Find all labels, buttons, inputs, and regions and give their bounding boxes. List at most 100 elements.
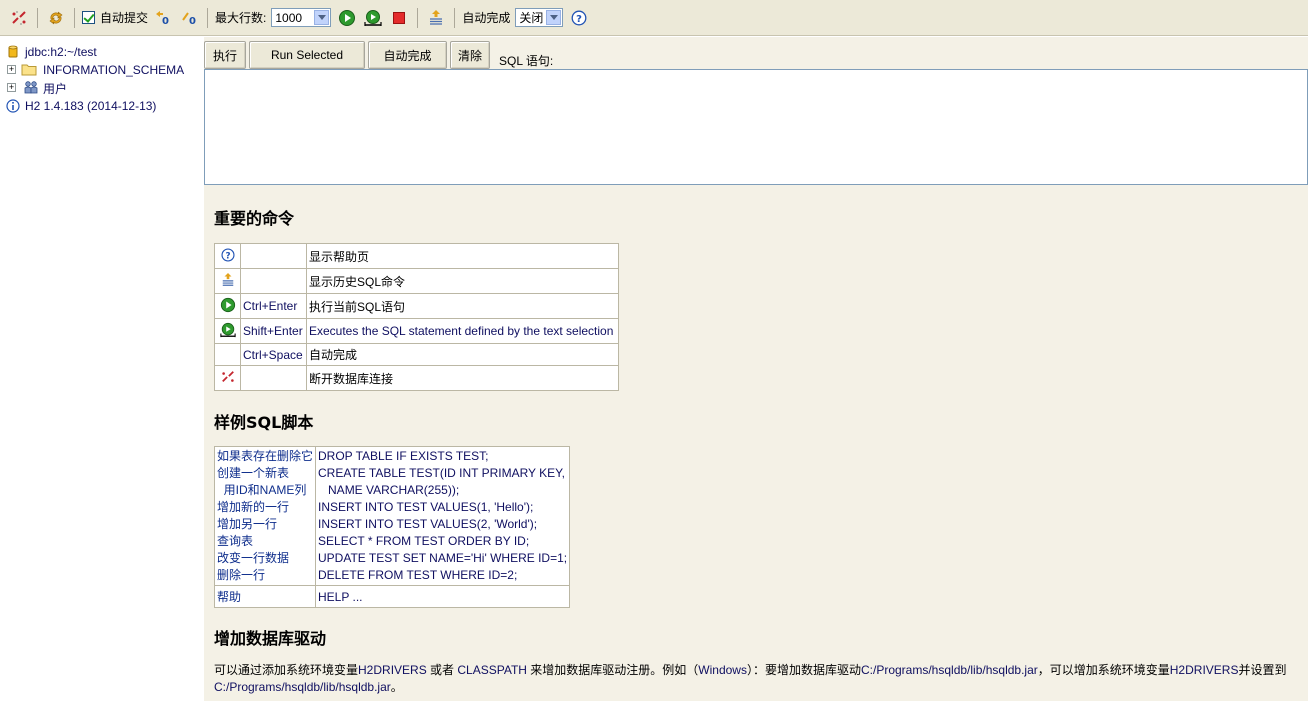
command-key — [240, 268, 307, 294]
query-panel: 执行 Run Selected 自动完成 清除 SQL 语句: 重要的命令 ? … — [204, 37, 1308, 701]
run-icon[interactable] — [336, 7, 358, 29]
samples-table: 如果表存在删除它 创建一个新表 用ID和NAME列 增加新的一行 增加另一行 查… — [213, 446, 571, 608]
sample-label[interactable]: 用ID和NAME列 — [217, 482, 313, 499]
commands-table: ? 显示帮助页 显示历史SQL命令 Ctrl+Enter 执行当前SQL语句 S… — [214, 243, 619, 391]
command-row: ? 显示帮助页 — [214, 243, 619, 269]
query-buttons: 执行 Run Selected 自动完成 清除 — [204, 40, 493, 70]
sample-sql-line[interactable]: CREATE TABLE TEST(ID INT PRIMARY KEY, — [318, 465, 567, 482]
disconnect-icon[interactable] — [214, 365, 241, 391]
history-icon[interactable] — [425, 7, 447, 29]
driver-path: C:/Programs/hsqldb/lib/hsqldb.jar — [214, 680, 391, 694]
sample-label[interactable]: 改变一行数据 — [217, 550, 313, 567]
sample-label[interactable]: 增加新的一行 — [217, 499, 313, 516]
sql-label: SQL 语句: — [499, 54, 554, 68]
expand-icon[interactable]: + — [7, 65, 16, 74]
command-key: Ctrl+Enter — [240, 293, 307, 319]
toolbar-separator — [454, 7, 456, 28]
autocomplete-value: 关闭 — [519, 11, 544, 25]
sample-sql-line[interactable]: UPDATE TEST SET NAME='Hi' WHERE ID=1; — [318, 550, 567, 567]
autocomplete-button[interactable]: 自动完成 — [368, 41, 447, 69]
run-icon[interactable] — [214, 293, 241, 319]
sample-sql: DROP TABLE IF EXISTS TEST; CREATE TABLE … — [315, 446, 571, 586]
rollback-icon[interactable]: 0 — [178, 7, 200, 29]
execute-button[interactable]: 执行 — [204, 41, 246, 69]
disconnect-icon[interactable] — [8, 7, 30, 29]
toolbar-separator — [74, 7, 75, 28]
sample-sql-line[interactable]: INSERT INTO TEST VALUES(2, 'World'); — [318, 516, 567, 533]
help-icon[interactable]: ? — [214, 243, 241, 269]
checkbox-box[interactable] — [82, 11, 95, 24]
tree-item-users[interactable]: + 用户 — [0, 79, 204, 97]
autocomplete-label: 自动完成 — [462, 11, 511, 25]
chevron-down-icon[interactable] — [314, 10, 330, 25]
sample-label[interactable]: 查询表 — [217, 533, 313, 550]
stop-icon[interactable] — [388, 7, 410, 29]
tree-version: H2 1.4.183 (2014-12-13) — [0, 97, 204, 115]
run-selected-button[interactable]: Run Selected — [249, 41, 365, 69]
command-row: 显示历史SQL命令 — [214, 268, 619, 294]
driver-text: 或者 — [426, 663, 458, 677]
help-sql[interactable]: HELP ... — [315, 585, 571, 608]
env-var: H2DRIVERS — [358, 663, 427, 677]
svg-text:?: ? — [225, 251, 230, 261]
tree-item-information-schema[interactable]: + INFORMATION_SCHEMA — [0, 61, 204, 79]
driver-title: 增加数据库驱动 — [214, 629, 327, 648]
samples-help-row: 帮助 HELP ... — [213, 585, 571, 608]
help-link[interactable]: 帮助 — [213, 585, 317, 608]
sample-sql-line[interactable]: SELECT * FROM TEST ORDER BY ID; — [318, 533, 567, 550]
env-var: CLASSPATH — [457, 663, 527, 677]
os-name: Windows — [698, 663, 747, 677]
tree-connection[interactable]: jdbc:h2:~/test — [0, 43, 204, 61]
run-selected-icon[interactable] — [362, 7, 384, 29]
toolbar-separator — [417, 7, 419, 28]
command-desc: Executes the SQL statement defined by th… — [306, 318, 619, 344]
command-key — [240, 365, 307, 391]
history-icon[interactable] — [214, 268, 241, 294]
users-icon — [23, 80, 39, 95]
clear-button[interactable]: 清除 — [450, 41, 490, 69]
sample-sql-line[interactable]: DELETE FROM TEST WHERE ID=2; — [318, 567, 567, 584]
command-desc: 自动完成 — [306, 343, 619, 366]
driver-text: 来增加数据库驱动注册。例如（ — [526, 663, 699, 677]
empty-icon-cell — [214, 343, 241, 366]
chevron-down-icon[interactable] — [546, 10, 562, 25]
commit-icon[interactable]: 0 — [152, 7, 174, 29]
sample-sql-line[interactable]: NAME VARCHAR(255)); — [318, 482, 567, 499]
command-row: Ctrl+Enter 执行当前SQL语句 — [214, 293, 619, 319]
env-var: H2DRIVERS — [1169, 663, 1239, 677]
command-desc: 显示帮助页 — [306, 243, 619, 269]
samples-title: 样例SQL脚本 — [214, 413, 314, 432]
driver-text: 。 — [390, 680, 403, 694]
command-row: Ctrl+Space 自动完成 — [214, 343, 619, 366]
sample-sql-line[interactable]: DROP TABLE IF EXISTS TEST; — [318, 448, 567, 465]
sample-label[interactable]: 增加另一行 — [217, 516, 313, 533]
sample-label[interactable]: 删除一行 — [217, 567, 313, 584]
help-icon[interactable]: ? — [568, 7, 590, 29]
command-desc: 断开数据库连接 — [306, 365, 619, 391]
h2-version: H2 1.4.183 (2014-12-13) — [25, 99, 157, 113]
sample-sql-line[interactable]: INSERT INTO TEST VALUES(1, 'Hello'); — [318, 499, 567, 516]
database-icon — [8, 45, 18, 59]
sample-label[interactable]: 如果表存在删除它 — [217, 448, 313, 465]
command-row: Shift+Enter Executes the SQL statement d… — [214, 318, 619, 344]
maxrows-value: 1000 — [275, 10, 303, 25]
autocomplete-select[interactable]: 关闭 — [515, 8, 564, 27]
svg-text:?: ? — [576, 14, 582, 25]
tree-item-label: INFORMATION_SCHEMA — [43, 63, 185, 77]
command-key: Shift+Enter — [240, 318, 307, 344]
driver-description: 可以通过添加系统环境变量H2DRIVERS 或者 CLASSPATH 来增加数据… — [214, 662, 1308, 696]
autocommit-checkbox[interactable]: 自动提交 — [82, 9, 150, 26]
refresh-icon[interactable] — [45, 7, 67, 29]
toolbar: 自动提交 0 0 最大行数: 1000 自动完成 关闭 ? — [0, 0, 1308, 36]
object-tree: jdbc:h2:~/test + INFORMATION_SCHEMA + 用户… — [0, 37, 204, 701]
run-selected-icon[interactable] — [214, 318, 241, 344]
connection-url: jdbc:h2:~/test — [25, 45, 97, 59]
command-key: Ctrl+Space — [240, 343, 307, 366]
maxrows-select[interactable]: 1000 — [271, 8, 332, 27]
tree-item-label: 用户 — [43, 81, 68, 96]
sample-label[interactable]: 创建一个新表 — [217, 465, 313, 482]
expand-icon[interactable]: + — [7, 83, 16, 92]
sql-editor[interactable] — [204, 69, 1308, 185]
toolbar-separator — [37, 7, 38, 28]
driver-text: ）：要增加数据库驱动 — [746, 663, 861, 677]
